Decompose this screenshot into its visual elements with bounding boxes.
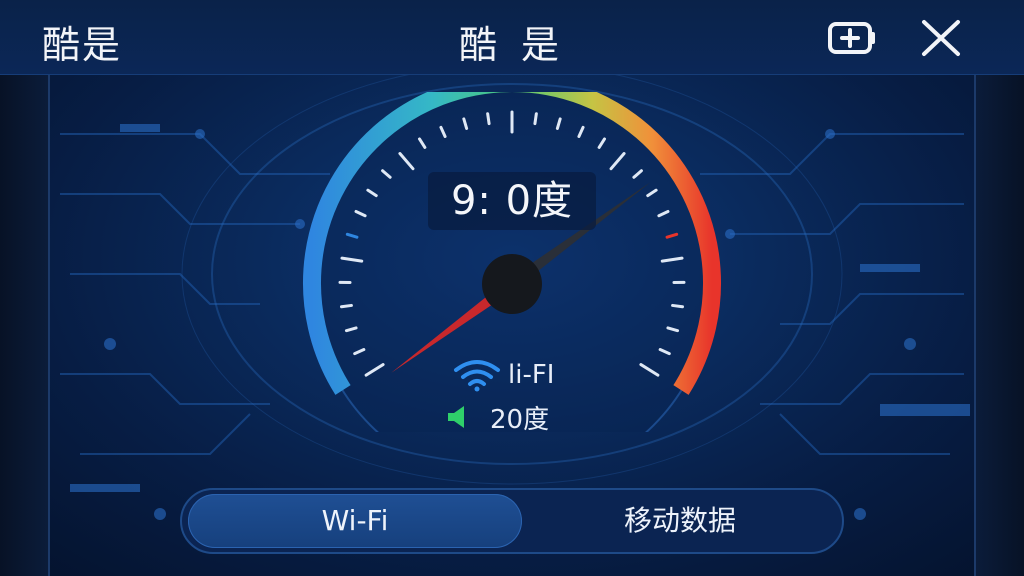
gauge-tick	[671, 303, 684, 309]
top-bar: 酷是 酷 是	[0, 0, 1024, 75]
battery-charging-icon[interactable]	[826, 16, 878, 60]
speaker-icon	[448, 406, 464, 428]
needle-hub	[482, 254, 542, 314]
close-icon[interactable]	[914, 16, 966, 60]
network-toggle: Wi-Fi 移动数据	[180, 488, 844, 554]
tab-wifi[interactable]: Wi-Fi	[188, 494, 522, 548]
wifi-status: li-FI	[452, 356, 554, 394]
gauge-tick	[533, 112, 538, 126]
wifi-status-label: li-FI	[508, 360, 555, 390]
wifi-icon	[454, 360, 500, 392]
gauge-tick	[486, 112, 491, 126]
tab-mobile-data[interactable]: 移动数据	[522, 494, 838, 548]
device-bezel-right	[974, 0, 1024, 576]
signal-status: 20度	[446, 398, 549, 436]
app-screen: 酷是 酷 是 9: 0度 li-FI 20度 Wi-Fi 移动数据	[0, 0, 1024, 576]
device-bezel-left	[0, 0, 50, 576]
signal-status-label: 20度	[490, 404, 550, 435]
gauge-tick	[340, 303, 353, 309]
gauge-readout: 9: 0度	[428, 172, 596, 230]
